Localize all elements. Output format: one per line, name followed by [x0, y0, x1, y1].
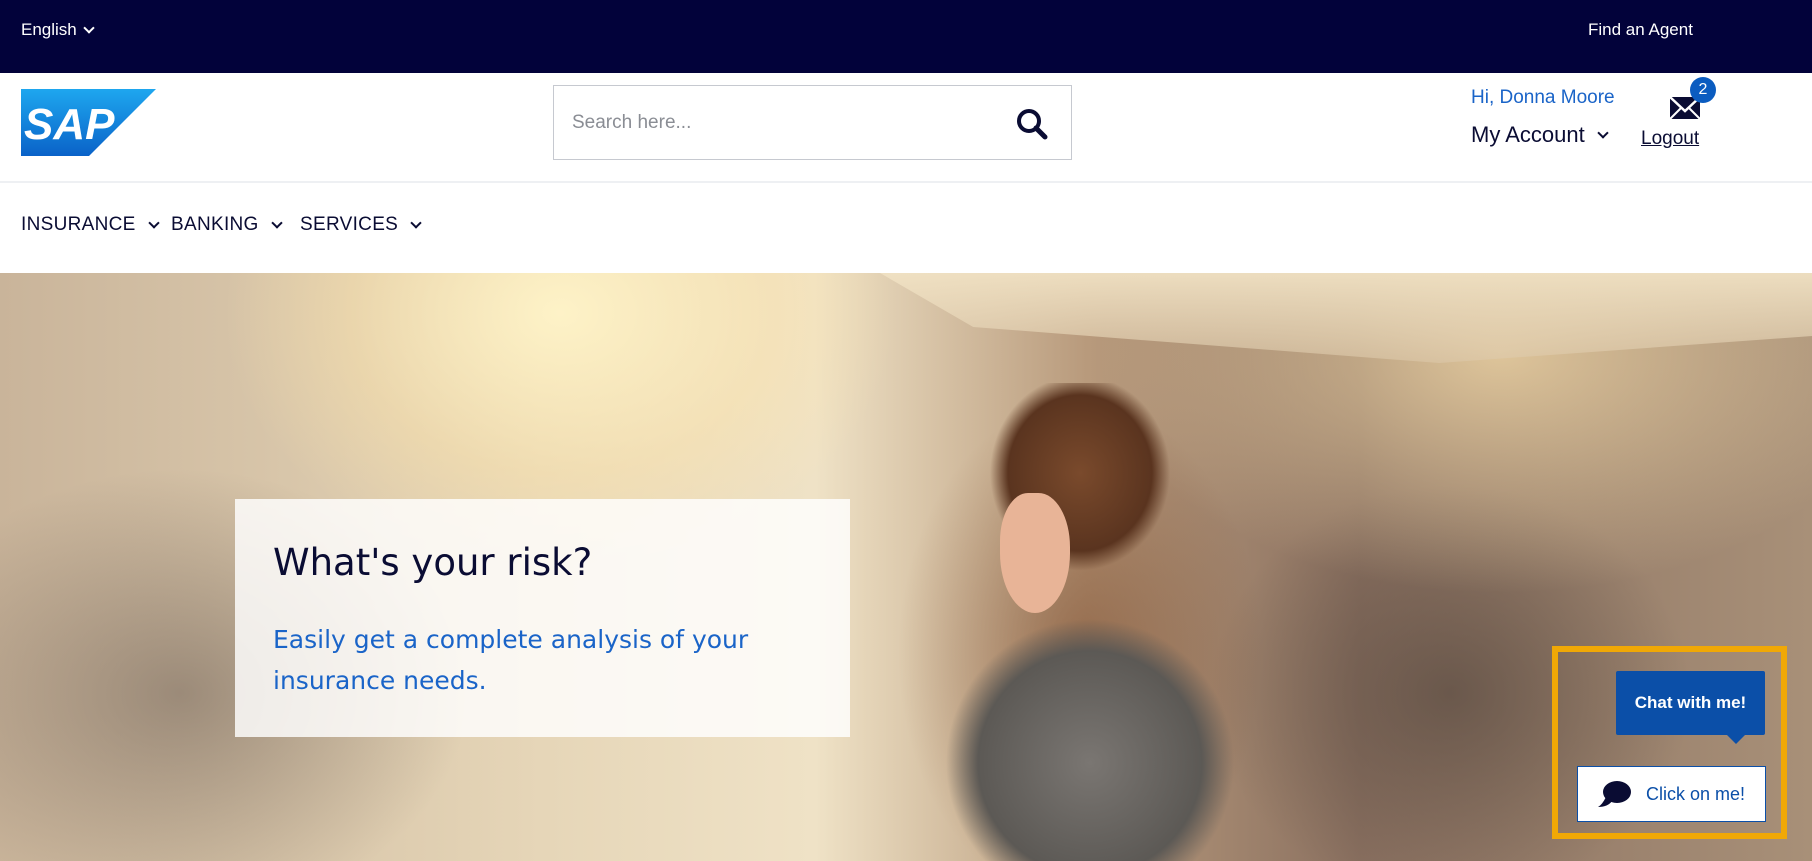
hero-banner: What's your risk? Easily get a complete … [0, 273, 1812, 861]
chevron-down-icon [147, 216, 160, 229]
nav-item-label: INSURANCE [21, 214, 136, 235]
svg-text:SAP: SAP [24, 100, 115, 149]
site-header: SAP Hi, Donna Moore My Account 2 Logout [0, 73, 1812, 183]
search-icon[interactable] [1014, 106, 1050, 142]
hero-title: What's your risk? [273, 541, 593, 584]
search-input[interactable] [572, 106, 972, 140]
hero-subtitle: Easily get a complete analysis of your i… [273, 625, 749, 695]
chat-bubble-icon [1597, 781, 1631, 807]
language-label: English [21, 20, 77, 39]
top-bar: English Find an Agent [0, 0, 1812, 73]
nav-item-label: BANKING [171, 214, 259, 235]
my-account-label: My Account [1471, 122, 1585, 147]
find-agent-link[interactable]: Find an Agent [1588, 20, 1693, 40]
nav-item-banking[interactable]: BANKING [171, 214, 283, 236]
hero-person-image [940, 383, 1240, 861]
hero-umbrella-image [880, 273, 1812, 363]
nav-item-label: SERVICES [300, 214, 399, 235]
my-account-dropdown[interactable]: My Account [1471, 122, 1609, 148]
inbox-count-badge: 2 [1690, 77, 1716, 103]
main-navigation: INSURANCE BANKING SERVICES [0, 183, 1812, 273]
nav-item-insurance[interactable]: INSURANCE [21, 214, 160, 236]
chat-button-label: Click on me! [1645, 783, 1746, 804]
chevron-down-icon [83, 21, 95, 34]
hero-card: What's your risk? Easily get a complete … [235, 499, 850, 737]
hero-face-image [1000, 493, 1070, 613]
chevron-down-icon [270, 216, 283, 229]
chevron-down-icon [410, 216, 422, 229]
chevron-down-icon [1597, 126, 1609, 139]
logout-link[interactable]: Logout [1641, 128, 1699, 150]
sap-logo[interactable]: SAP [21, 89, 156, 156]
chat-bubble[interactable]: Chat with me! [1616, 671, 1765, 735]
chat-button[interactable]: Click on me! [1577, 766, 1766, 822]
language-selector[interactable]: English [21, 20, 95, 40]
user-greeting: Hi, Donna Moore [1471, 87, 1615, 108]
search-box [553, 85, 1072, 160]
nav-item-services[interactable]: SERVICES [300, 214, 422, 236]
chat-bubble-tail [1726, 734, 1746, 744]
